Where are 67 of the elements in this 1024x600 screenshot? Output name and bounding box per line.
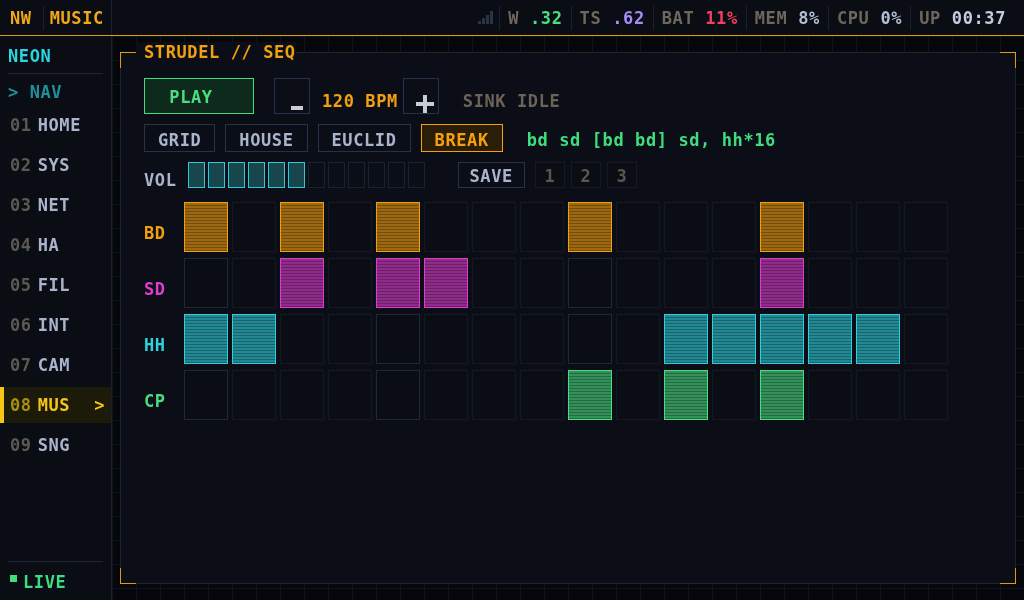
nav-item[interactable]: 04 HA bbox=[0, 227, 111, 263]
step-button[interactable] bbox=[760, 314, 804, 364]
play-button[interactable]: PLAY bbox=[144, 78, 254, 114]
corner-bracket bbox=[1000, 568, 1016, 584]
status-label: LIVE bbox=[23, 572, 67, 592]
stat-value: 8% bbox=[798, 7, 820, 28]
step-button[interactable] bbox=[376, 202, 420, 252]
track-label: SD bbox=[144, 279, 167, 299]
step-button[interactable] bbox=[712, 314, 756, 364]
step-button[interactable] bbox=[424, 258, 468, 308]
track-label: HH bbox=[144, 335, 167, 355]
stat-value: .62 bbox=[612, 7, 645, 28]
panel-title: STRUDEL // SEQ bbox=[136, 42, 296, 62]
section-heading: > NAV bbox=[8, 82, 64, 102]
step-button[interactable] bbox=[760, 202, 804, 252]
minus-icon bbox=[291, 106, 303, 110]
stat-label: MEM bbox=[754, 7, 788, 28]
preset-button[interactable]: GRID bbox=[144, 124, 216, 152]
step-button[interactable] bbox=[184, 202, 228, 252]
sidebar-title: NEON bbox=[8, 46, 53, 66]
stat-label: W bbox=[508, 7, 520, 28]
step-button[interactable] bbox=[184, 314, 228, 364]
step-button[interactable] bbox=[376, 258, 420, 308]
status-square-icon bbox=[10, 575, 17, 582]
track-label: CP bbox=[144, 391, 167, 411]
sink-status: SINK IDLE bbox=[462, 91, 561, 111]
tempo-label: 120 BPM bbox=[322, 91, 398, 111]
stat-value: 0% bbox=[880, 7, 903, 28]
nav-item[interactable]: 03 NET bbox=[0, 187, 111, 223]
nav-item[interactable]: 06 INT bbox=[0, 307, 111, 343]
stat-label: TS bbox=[579, 7, 602, 28]
corner-bracket bbox=[120, 568, 136, 584]
step-button[interactable] bbox=[808, 314, 852, 364]
stat-value: .32 bbox=[530, 7, 563, 28]
step-button[interactable] bbox=[568, 202, 612, 252]
pattern-code: bd sd [bd bd] sd, hh*16 bbox=[526, 130, 776, 150]
track-label: BD bbox=[144, 223, 167, 243]
step-button[interactable] bbox=[760, 258, 804, 308]
nav-item[interactable]: 07 CAM bbox=[0, 347, 111, 383]
signal-icon bbox=[478, 11, 495, 24]
corner-bracket bbox=[1000, 52, 1016, 68]
preset-button[interactable]: BREAK bbox=[420, 124, 503, 152]
nav-item[interactable]: 01 HOME bbox=[0, 107, 111, 143]
volume-meter[interactable] bbox=[187, 162, 425, 188]
nav-item[interactable]: 05 FIL bbox=[0, 267, 111, 303]
app-title: MUSIC bbox=[49, 7, 104, 28]
step-button[interactable] bbox=[856, 314, 900, 364]
step-button[interactable] bbox=[664, 314, 708, 364]
stat-label: CPU bbox=[836, 7, 870, 28]
stat-label: UP bbox=[919, 7, 941, 28]
step-button[interactable] bbox=[280, 202, 324, 252]
step-button[interactable] bbox=[280, 258, 324, 308]
nav-item[interactable]: 08 MUS > bbox=[0, 387, 111, 423]
tempo-increase-button[interactable] bbox=[402, 78, 439, 114]
brand-label: NW bbox=[10, 7, 32, 28]
tempo-decrease-button[interactable] bbox=[274, 78, 310, 114]
stat-value: 00:37 bbox=[951, 7, 1006, 28]
step-button[interactable] bbox=[232, 314, 276, 364]
plus-icon bbox=[415, 95, 434, 113]
stat-value: 11% bbox=[705, 7, 738, 28]
preset-button[interactable]: EUCLID bbox=[317, 124, 411, 152]
preset-button[interactable]: HOUSE bbox=[225, 124, 308, 152]
stat-label: BAT bbox=[661, 7, 695, 28]
nav-item[interactable]: 02 SYS bbox=[0, 147, 111, 183]
save-button[interactable]: SAVE bbox=[457, 162, 525, 188]
volume-label: VOL bbox=[144, 170, 177, 190]
nav-item[interactable]: 09 SNG bbox=[0, 427, 111, 463]
